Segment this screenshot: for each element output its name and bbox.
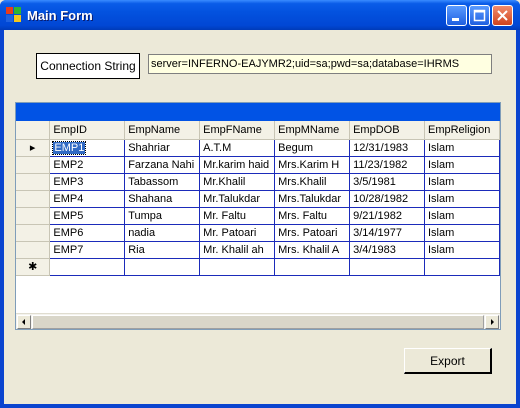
table-cell[interactable]: Mrs.Khalil xyxy=(274,173,351,191)
table-cell[interactable] xyxy=(274,258,351,276)
table-cell[interactable]: nadia xyxy=(124,224,201,242)
new-row[interactable]: ✱ xyxy=(16,258,500,276)
row-header[interactable] xyxy=(16,156,51,174)
table-cell[interactable]: Shahriar xyxy=(124,139,201,157)
row-header[interactable] xyxy=(16,207,51,225)
table-cell[interactable]: Begum xyxy=(274,139,351,157)
table-cell[interactable]: EMP3 xyxy=(49,173,126,191)
table-cell[interactable]: Mrs. Khalil A xyxy=(274,241,351,259)
table-cell[interactable]: Islam xyxy=(424,241,500,259)
current-row-indicator[interactable]: ▸ xyxy=(16,139,51,157)
column-header[interactable]: EmpName xyxy=(124,121,201,140)
scroll-left-icon xyxy=(22,319,25,325)
scrollbar-thumb[interactable] xyxy=(32,315,484,329)
table-cell[interactable]: Mrs.Karim H xyxy=(274,156,351,174)
table-cell[interactable] xyxy=(349,258,425,276)
row-header[interactable] xyxy=(16,224,51,242)
window-title: Main Form xyxy=(27,8,93,23)
table-cell[interactable]: Farzana Nahi xyxy=(124,156,201,174)
scroll-right-icon xyxy=(491,319,494,325)
column-header[interactable]: EmpReligion xyxy=(424,121,500,140)
column-header[interactable]: EmpDOB xyxy=(349,121,425,140)
table-row[interactable]: EMP5 Tumpa Mr. Faltu Mrs. Faltu 9/21/198… xyxy=(16,207,500,225)
table-cell[interactable]: EMP6 xyxy=(49,224,126,242)
app-icon xyxy=(6,7,22,23)
table-cell[interactable]: Islam xyxy=(424,207,500,225)
table-cell[interactable]: Ria xyxy=(124,241,201,259)
row-header[interactable] xyxy=(16,241,51,259)
column-header[interactable]: EmpID xyxy=(49,121,126,140)
table-cell[interactable]: Tumpa xyxy=(124,207,201,225)
connection-string-field[interactable]: server=INFERNO-EAJYMR2;uid=sa;pwd=sa;dat… xyxy=(148,54,492,74)
new-row-indicator[interactable]: ✱ xyxy=(16,258,51,276)
table-row[interactable]: EMP7 Ria Mr. Khalil ah Mrs. Khalil A 3/4… xyxy=(16,241,500,259)
table-cell[interactable]: Mrs. Faltu xyxy=(274,207,351,225)
row-header-corner[interactable] xyxy=(16,121,51,140)
table-row[interactable]: ▸ EMP1 Shahriar A.T.M Begum 12/31/1983 I… xyxy=(16,139,500,157)
table-cell[interactable]: Mr. Faltu xyxy=(199,207,276,225)
column-header[interactable]: EmpMName xyxy=(274,121,351,140)
row-header[interactable] xyxy=(16,190,51,208)
close-icon xyxy=(497,10,508,21)
table-cell[interactable]: Tabassom xyxy=(124,173,201,191)
table-cell[interactable]: A.T.M xyxy=(199,139,276,157)
table-cell[interactable]: EMP4 xyxy=(49,190,126,208)
table-cell[interactable]: 10/28/1982 xyxy=(349,190,425,208)
row-header[interactable] xyxy=(16,173,51,191)
table-cell[interactable] xyxy=(424,258,500,276)
scroll-right-button[interactable] xyxy=(485,315,499,329)
table-cell[interactable]: Mr.Khalil xyxy=(199,173,276,191)
table-cell[interactable]: Islam xyxy=(424,224,500,242)
selected-cell-text: EMP1 xyxy=(52,140,87,155)
table-cell[interactable]: 9/21/1982 xyxy=(349,207,425,225)
table-cell[interactable]: Mrs. Patoari xyxy=(274,224,351,242)
table-row[interactable]: EMP2 Farzana Nahi Mr.karim haid Mrs.Kari… xyxy=(16,156,500,174)
table-cell[interactable]: Mr.karim haid xyxy=(199,156,276,174)
horizontal-scrollbar[interactable] xyxy=(16,313,500,329)
table-cell[interactable]: Mr. Khalil ah xyxy=(199,241,276,259)
table-cell[interactable]: Islam xyxy=(424,139,500,157)
title-bar[interactable]: Main Form xyxy=(0,0,520,30)
table-cell[interactable]: 3/14/1977 xyxy=(349,224,425,242)
column-header[interactable]: EmpFName xyxy=(199,121,276,140)
table-cell[interactable]: 11/23/1982 xyxy=(349,156,425,174)
employee-data-grid[interactable]: EmpID EmpName EmpFName EmpMName EmpDOB E… xyxy=(15,102,501,330)
form-client-area: Connection String server=INFERNO-EAJYMR2… xyxy=(4,30,516,404)
export-button[interactable]: Export xyxy=(404,348,492,374)
table-cell[interactable]: EMP7 xyxy=(49,241,126,259)
table-row[interactable]: EMP4 Shahana Mr.Talukdar Mrs.Talukdar 10… xyxy=(16,190,500,208)
table-row[interactable]: EMP3 Tabassom Mr.Khalil Mrs.Khalil 3/5/1… xyxy=(16,173,500,191)
employee-table: EmpID EmpName EmpFName EmpMName EmpDOB E… xyxy=(16,121,500,276)
table-cell[interactable]: Islam xyxy=(424,173,500,191)
table-cell[interactable]: Shahana xyxy=(124,190,201,208)
table-cell[interactable]: EMP5 xyxy=(49,207,126,225)
main-window: Main Form Connection String server=INFER… xyxy=(0,0,520,408)
scroll-left-button[interactable] xyxy=(17,315,31,329)
grid-rows-area: EmpID EmpName EmpFName EmpMName EmpDOB E… xyxy=(16,121,500,313)
minimize-button[interactable] xyxy=(446,5,467,26)
table-cell[interactable] xyxy=(124,258,201,276)
maximize-button[interactable] xyxy=(469,5,490,26)
table-cell[interactable]: EMP1 xyxy=(49,139,126,157)
table-row[interactable]: EMP6 nadia Mr. Patoari Mrs. Patoari 3/14… xyxy=(16,224,500,242)
table-cell[interactable]: Islam xyxy=(424,156,500,174)
header-row: EmpID EmpName EmpFName EmpMName EmpDOB E… xyxy=(16,121,500,140)
table-cell[interactable] xyxy=(199,258,276,276)
maximize-icon xyxy=(473,9,486,22)
table-cell[interactable]: Islam xyxy=(424,190,500,208)
table-cell[interactable]: 3/4/1983 xyxy=(349,241,425,259)
table-cell[interactable] xyxy=(49,258,126,276)
table-cell[interactable]: Mr. Patoari xyxy=(199,224,276,242)
table-cell[interactable]: 12/31/1983 xyxy=(349,139,425,157)
table-cell[interactable]: Mr.Talukdar xyxy=(199,190,276,208)
connection-string-button[interactable]: Connection String xyxy=(36,53,140,79)
table-cell[interactable]: Mrs.Talukdar xyxy=(274,190,351,208)
grid-caption-bar xyxy=(16,103,500,121)
close-button[interactable] xyxy=(492,5,513,26)
table-cell[interactable]: 3/5/1981 xyxy=(349,173,425,191)
minimize-icon xyxy=(452,18,459,21)
table-cell[interactable]: EMP2 xyxy=(49,156,126,174)
